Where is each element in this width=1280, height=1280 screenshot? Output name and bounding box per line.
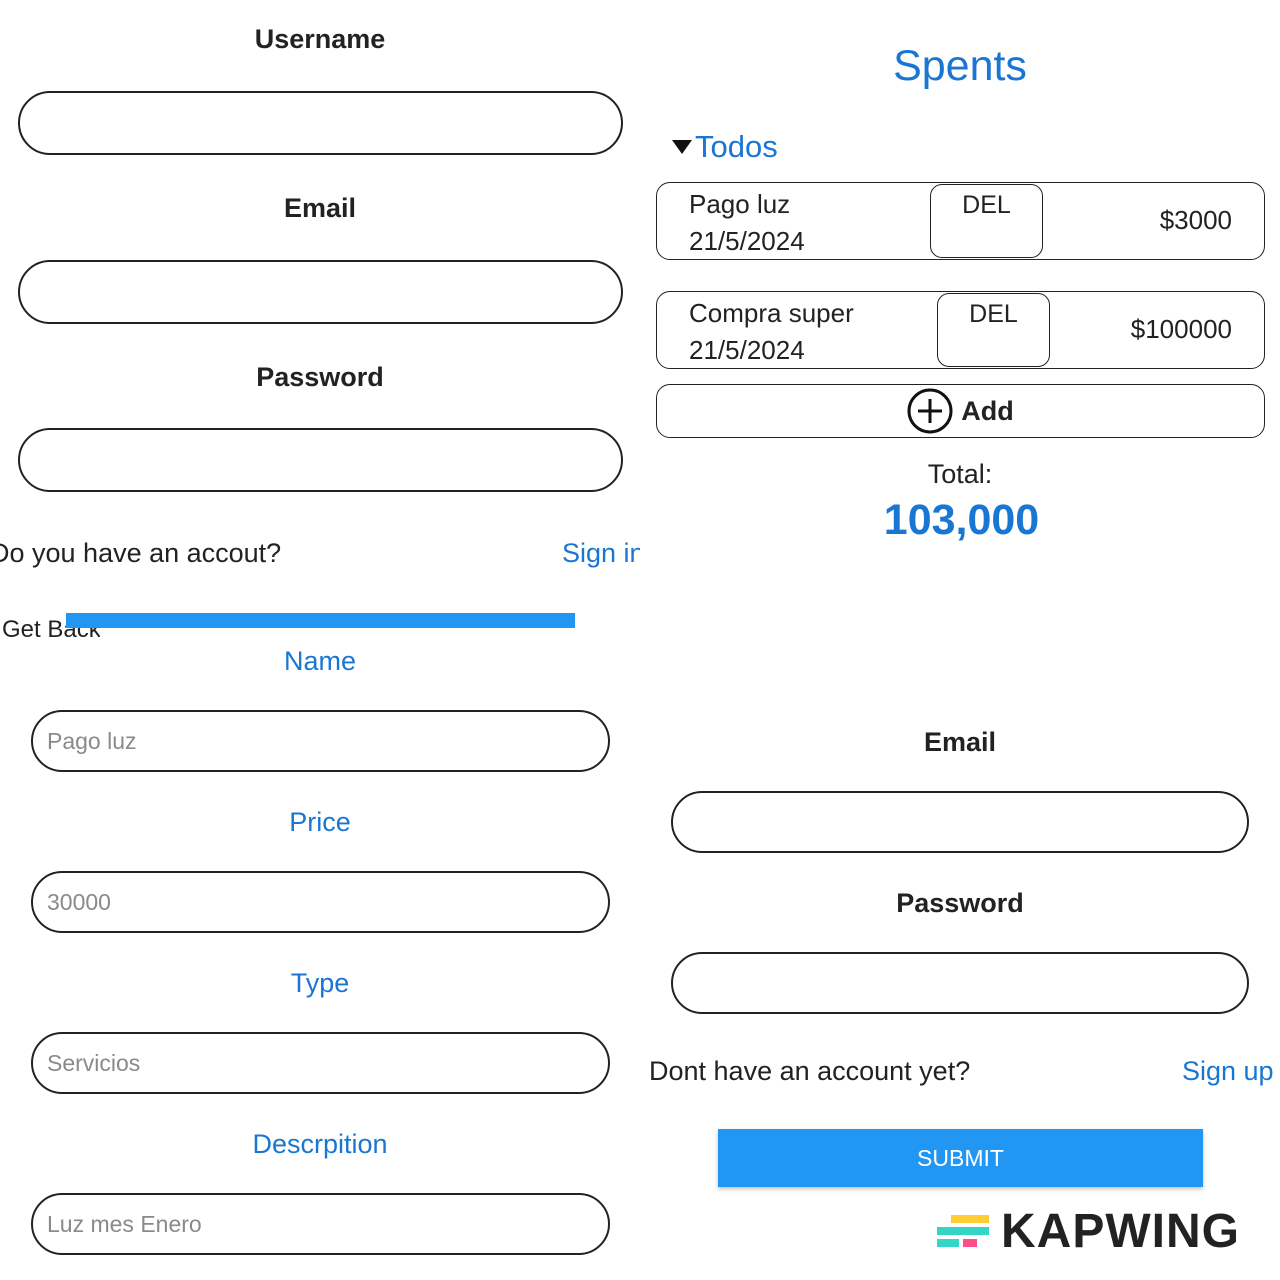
add-button[interactable]: Add [656,384,1265,438]
item-name: Compra super [689,298,854,328]
email-input[interactable] [20,262,621,322]
login-password-label: Password [896,888,1024,918]
page-title: Spents [893,42,1027,90]
price-field[interactable] [31,871,610,933]
type-input[interactable] [33,1034,608,1092]
email-label: Email [283,193,357,223]
item-date: 21/5/2024 [689,226,805,256]
price-label: Price [289,807,351,837]
password-label: Password [256,362,384,392]
caret-down-icon [672,140,692,154]
password-field[interactable] [18,428,623,492]
type-field[interactable] [31,1032,610,1094]
login-email-label: Email [923,727,997,757]
item-price: $100000 [1130,314,1232,344]
description-field[interactable] [31,1193,610,1255]
item-name: Pago luz [689,189,791,219]
total-value: 103,000 [883,496,1040,544]
kapwing-watermark: KAPWING [937,1204,1240,1259]
account-question: Dont have an account yet? [649,1056,971,1086]
account-question: Do you have an accout? [0,538,282,568]
delete-button[interactable]: DEL [937,293,1050,367]
sign-up-link[interactable]: Sign up [1182,1056,1274,1087]
plus-circle-icon [907,388,953,434]
list-item: Compra super 21/5/2024 DEL $100000 [656,291,1265,369]
total-label: Total: [927,459,993,489]
email-field[interactable] [18,260,623,324]
filter-label: Todos [695,129,778,164]
login-password-field[interactable] [671,952,1249,1014]
name-label: Name [283,646,357,676]
type-label: Type [290,968,350,998]
kapwing-logo-icon [937,1211,991,1253]
login-password-input[interactable] [673,954,1247,1012]
login-email-input[interactable] [673,793,1247,851]
description-label: Descrpition [252,1129,388,1159]
sign-in-link[interactable]: Sign in [562,538,640,569]
submit-button[interactable]: SUBMIT [718,1129,1203,1187]
list-item: Pago luz 21/5/2024 DEL $3000 [656,182,1265,260]
item-date: 21/5/2024 [689,335,805,365]
username-field[interactable] [18,91,623,155]
kapwing-wordmark: KAPWING [1001,1205,1240,1258]
username-input[interactable] [20,93,621,153]
login-email-field[interactable] [671,791,1249,853]
item-price: $3000 [1159,205,1232,235]
price-input[interactable] [33,873,608,931]
filter-dropdown[interactable]: Todos [672,129,778,165]
description-input[interactable] [33,1195,608,1253]
password-input[interactable] [20,430,621,490]
name-field[interactable] [31,710,610,772]
delete-button[interactable]: DEL [930,184,1043,258]
add-label: Add [961,395,1014,426]
username-label: Username [254,24,386,54]
register-submit-button-edge[interactable] [66,613,575,628]
name-input[interactable] [33,712,608,770]
